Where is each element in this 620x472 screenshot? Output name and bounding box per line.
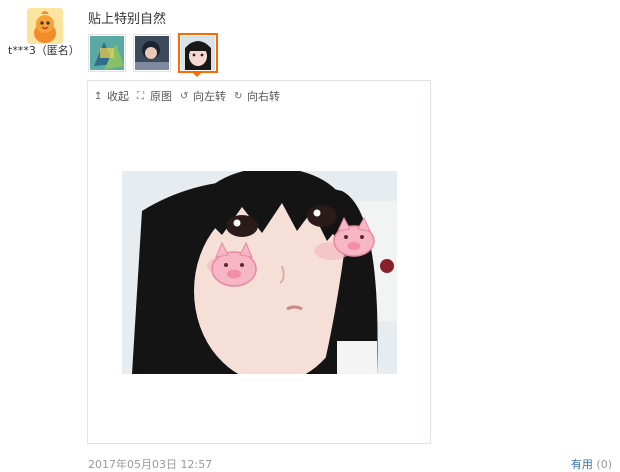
collapse-button[interactable]: ↥ 收起 (94, 88, 129, 104)
image-viewer: ↥ 收起 ⛶ 原图 ↺ 向左转 ↻ 向右转 (87, 80, 431, 444)
review-text: 贴上特别自然 (88, 12, 167, 27)
rotate-left-label: 向左转 (193, 90, 226, 103)
helpful-label[interactable]: 有用 (571, 458, 593, 471)
portrait-image (122, 171, 397, 374)
mascot-avatar-icon (27, 8, 63, 44)
user-avatar (27, 8, 63, 44)
expand-icon: ⛶ (137, 90, 144, 102)
thumbnail-1[interactable] (88, 34, 126, 72)
username: t***3（匿名） (8, 44, 80, 57)
selected-thumbnail-caret (192, 72, 202, 77)
rotate-right-label: 向右转 (247, 90, 280, 103)
thumbnail-2[interactable] (133, 34, 171, 72)
rotate-right-icon: ↻ (234, 90, 243, 102)
thumbnail-3-selected[interactable] (178, 33, 218, 73)
viewer-toolbar: ↥ 收起 ⛶ 原图 ↺ 向左转 ↻ 向右转 (94, 88, 280, 104)
collapse-label: 收起 (107, 90, 129, 103)
rotate-left-button[interactable]: ↺ 向左转 (180, 88, 226, 104)
review-photo (122, 171, 397, 374)
original-image-button[interactable]: ⛶ 原图 (137, 88, 172, 104)
helpful-count: (0) (596, 458, 612, 471)
thumbnail-image (135, 36, 169, 70)
rotate-left-icon: ↺ (180, 90, 189, 102)
thumbnail-image (90, 36, 124, 70)
arrow-up-icon: ↥ (94, 90, 103, 102)
thumbnail-image (181, 36, 215, 70)
rotate-right-button[interactable]: ↻ 向右转 (234, 88, 280, 104)
original-label: 原图 (150, 90, 172, 103)
